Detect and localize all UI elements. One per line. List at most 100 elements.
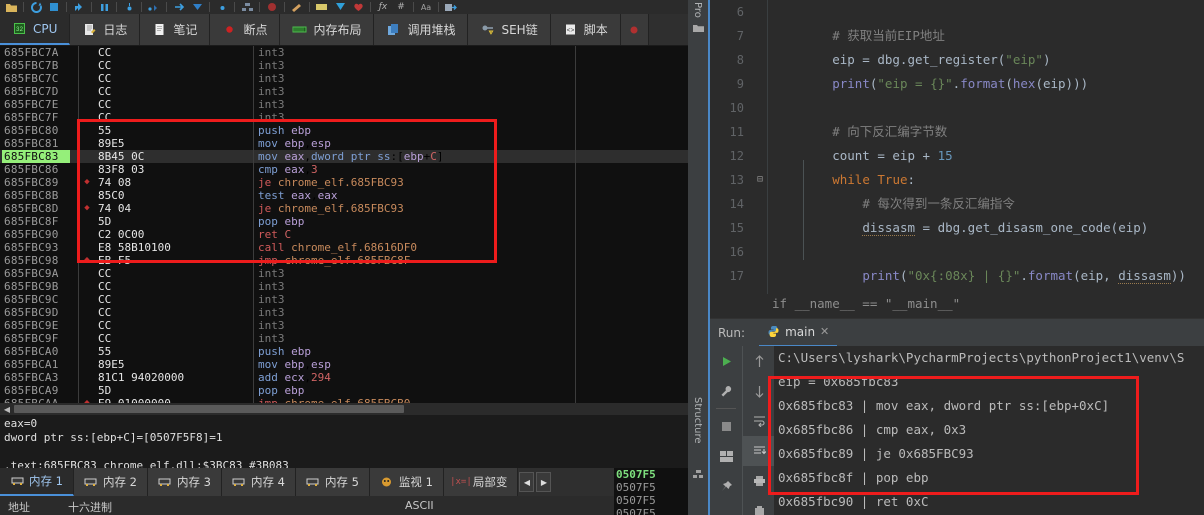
graph-icon[interactable] bbox=[238, 1, 256, 13]
tab-notes[interactable]: 笔记 bbox=[140, 14, 211, 45]
code-line[interactable]: 12 count = eip + 15 bbox=[710, 144, 1204, 168]
run-console-output[interactable]: C:\Users\lyshark\PycharmProjects\pythonP… bbox=[774, 346, 1204, 515]
tab-log[interactable]: 日志 bbox=[70, 14, 141, 45]
stop-icon[interactable] bbox=[710, 411, 742, 441]
run-toolbar-left[interactable] bbox=[710, 346, 742, 515]
stack-values-panel[interactable]: 0507F5 0507F5 0507F5 0507F5 bbox=[614, 468, 688, 515]
disasm-row[interactable]: 685FBC7A CC int3 bbox=[0, 46, 688, 59]
disasm-row[interactable]: 685FBC7D CC int3 bbox=[0, 85, 688, 98]
step-over-icon[interactable] bbox=[145, 1, 163, 13]
code-line[interactable]: 10 bbox=[710, 96, 1204, 120]
fold-marker-icon[interactable]: ⊟ bbox=[754, 168, 766, 192]
code-line[interactable]: 7 # 获取当前EIP地址 bbox=[710, 24, 1204, 48]
trash-icon[interactable] bbox=[743, 496, 775, 515]
scrollbar-thumb[interactable] bbox=[14, 405, 404, 413]
bookmark-icon[interactable] bbox=[331, 1, 349, 13]
tab-breakpoints[interactable]: 断点 bbox=[210, 14, 281, 45]
arrow-down-icon[interactable] bbox=[743, 376, 775, 406]
disasm-row[interactable]: 685FBC7B CC int3 bbox=[0, 59, 688, 72]
tab-cpu[interactable]: 32 CPU bbox=[0, 14, 71, 45]
font-icon[interactable]: Aa bbox=[417, 1, 435, 13]
disasm-row[interactable]: 685FBC9D CC int3 bbox=[0, 306, 688, 319]
disasm-row[interactable]: 685FBC8F 5D pop ebp bbox=[0, 215, 688, 228]
attach-icon[interactable] bbox=[442, 1, 460, 13]
tab-seh-chain[interactable]: ! SEH链 bbox=[468, 14, 551, 45]
disassembly-horizontal-scrollbar[interactable]: ◀ bbox=[0, 403, 688, 415]
disasm-row[interactable]: 685FBC7C CC int3 bbox=[0, 72, 688, 85]
disasm-row[interactable]: 685FBC7E CC int3 bbox=[0, 98, 688, 111]
open-icon[interactable] bbox=[2, 1, 20, 13]
tab-script[interactable]: <> 脚本 bbox=[550, 14, 621, 45]
disasm-row[interactable]: 685FBC86 83F8 03 cmp eax,3 bbox=[0, 163, 688, 176]
run-toolbar-right[interactable] bbox=[742, 346, 775, 515]
pause-icon[interactable] bbox=[95, 1, 113, 13]
code-line[interactable]: 14 # 每次得到一条反汇编指令 bbox=[710, 192, 1204, 216]
code-editor[interactable]: 6 7 # 获取当前EIP地址 8 eip = dbg.get_register(… bbox=[710, 0, 1204, 318]
tab-memory-map[interactable]: 内存布局 bbox=[280, 14, 375, 45]
tool-window-structure[interactable]: Structure bbox=[692, 397, 703, 444]
scroll-to-end-icon[interactable] bbox=[743, 436, 775, 466]
trace-icon[interactable] bbox=[213, 1, 231, 13]
disasm-row[interactable]: 685FBC93 E8 58B10100 call chrome_elf.68616… bbox=[0, 241, 688, 254]
code-line[interactable]: 16 bbox=[710, 240, 1204, 264]
run-icon[interactable] bbox=[70, 1, 88, 13]
code-line[interactable]: 9 print("eip = {}".format(hex(eip))) bbox=[710, 72, 1204, 96]
disasm-row[interactable]: 685FBC80 55 push ebp bbox=[0, 124, 688, 137]
tab-watch-1[interactable]: 监视 1 bbox=[369, 468, 444, 496]
disasm-row[interactable]: 685FBC9E CC int3 bbox=[0, 319, 688, 332]
favorite-icon[interactable] bbox=[349, 1, 367, 13]
print-icon[interactable] bbox=[743, 466, 775, 496]
dump-tab-bar[interactable]: 内存 1 内存 2 内存 3 内存 4 内存 5 监视 1 |x=| 局部变 ◀… bbox=[0, 468, 688, 496]
disasm-row[interactable]: 685FBC9B CC int3 bbox=[0, 280, 688, 293]
pin-icon[interactable] bbox=[710, 471, 742, 501]
dump-tab-nav[interactable]: ◀ ▶ bbox=[518, 468, 552, 496]
disasm-row[interactable]: 685FBCA1 89E5 mov ebp,esp bbox=[0, 358, 688, 371]
code-line[interactable]: 17 print("0x{:08x} | {}".format(eip, dis… bbox=[710, 264, 1204, 288]
structure-icon[interactable] bbox=[693, 470, 703, 479]
wrench-icon[interactable] bbox=[710, 376, 742, 406]
comment-icon[interactable] bbox=[313, 1, 331, 13]
tab-memory-4[interactable]: 内存 4 bbox=[221, 468, 296, 496]
disasm-row[interactable]: 685FBC7F CC int3 bbox=[0, 111, 688, 124]
tool-window-project[interactable]: Pro bbox=[692, 2, 703, 18]
tab-call-stack[interactable]: 调用堆栈 bbox=[374, 14, 469, 45]
step-out-icon[interactable] bbox=[170, 1, 188, 13]
run-to-icon[interactable] bbox=[188, 1, 206, 13]
disasm-row[interactable]: 685FBC9F CC int3 bbox=[0, 332, 688, 345]
disasm-row[interactable]: 685FBCA9 5D pop ebp bbox=[0, 384, 688, 397]
code-line[interactable]: 8 eip = dbg.get_register("eip") bbox=[710, 48, 1204, 72]
scroll-left-icon[interactable]: ◀ bbox=[0, 405, 14, 414]
code-line[interactable]: 15 dissasm = dbg.get_disasm_one_code(eip… bbox=[710, 216, 1204, 240]
disassembly-list[interactable]: 685FBC7A CC int3 685FBC7B CC int3 685FBC7C CC in… bbox=[0, 46, 688, 403]
disasm-row[interactable]: 685FBC98 ◆ EB F5 jmp chrome_elf.685FBC8F bbox=[0, 254, 688, 267]
disasm-row[interactable]: 685FBC9A CC int3 bbox=[0, 267, 688, 280]
code-line[interactable]: 13 ⊟ while True: bbox=[710, 168, 1204, 192]
close-icon[interactable]: ✕ bbox=[820, 325, 829, 338]
debugger-tab-bar[interactable]: 32 CPU 日志 笔记 断点 内存布局 调用堆栈 ! SEH链 <> 脚本 bbox=[0, 14, 688, 46]
layout-icon[interactable] bbox=[710, 441, 742, 471]
disasm-row[interactable]: 685FBCA3 81C1 94020000 add ecx,294 bbox=[0, 371, 688, 384]
tab-memory-1[interactable]: 内存 1 bbox=[0, 468, 74, 496]
disasm-row[interactable]: 685FBC8D ◆ 74 04 je chrome_elf.685FBC93 bbox=[0, 202, 688, 215]
folder-icon[interactable] bbox=[693, 24, 704, 33]
disasm-row[interactable]: 685FBCA0 55 push ebp bbox=[0, 345, 688, 358]
hash-icon[interactable]: # bbox=[392, 1, 410, 13]
tab-overflow[interactable] bbox=[620, 14, 649, 45]
soft-wrap-icon[interactable] bbox=[743, 406, 775, 436]
patch-icon[interactable] bbox=[288, 1, 306, 13]
tab-memory-2[interactable]: 内存 2 bbox=[73, 468, 148, 496]
chevron-left-icon[interactable]: ◀ bbox=[519, 472, 535, 492]
breakpoint-icon[interactable] bbox=[263, 1, 281, 13]
disasm-row[interactable]: 685FBC90 C2 0C00 ret C bbox=[0, 228, 688, 241]
run-tab-main[interactable]: main ✕ bbox=[759, 319, 838, 347]
step-into-icon[interactable] bbox=[120, 1, 138, 13]
disasm-row[interactable]: 685FBC89 ◆ 74 08 je chrome_elf.685FBC93 bbox=[0, 176, 688, 189]
tab-memory-3[interactable]: 内存 3 bbox=[147, 468, 222, 496]
arrow-up-icon[interactable] bbox=[743, 346, 775, 376]
code-line[interactable]: 6 bbox=[710, 0, 1204, 24]
restart-icon[interactable] bbox=[27, 1, 45, 13]
code-line[interactable]: 11 # 向下反汇编字节数 bbox=[710, 120, 1204, 144]
tab-memory-5[interactable]: 内存 5 bbox=[295, 468, 370, 496]
disasm-row[interactable]: 685FBC9C CC int3 bbox=[0, 293, 688, 306]
run-icon[interactable] bbox=[710, 346, 742, 376]
